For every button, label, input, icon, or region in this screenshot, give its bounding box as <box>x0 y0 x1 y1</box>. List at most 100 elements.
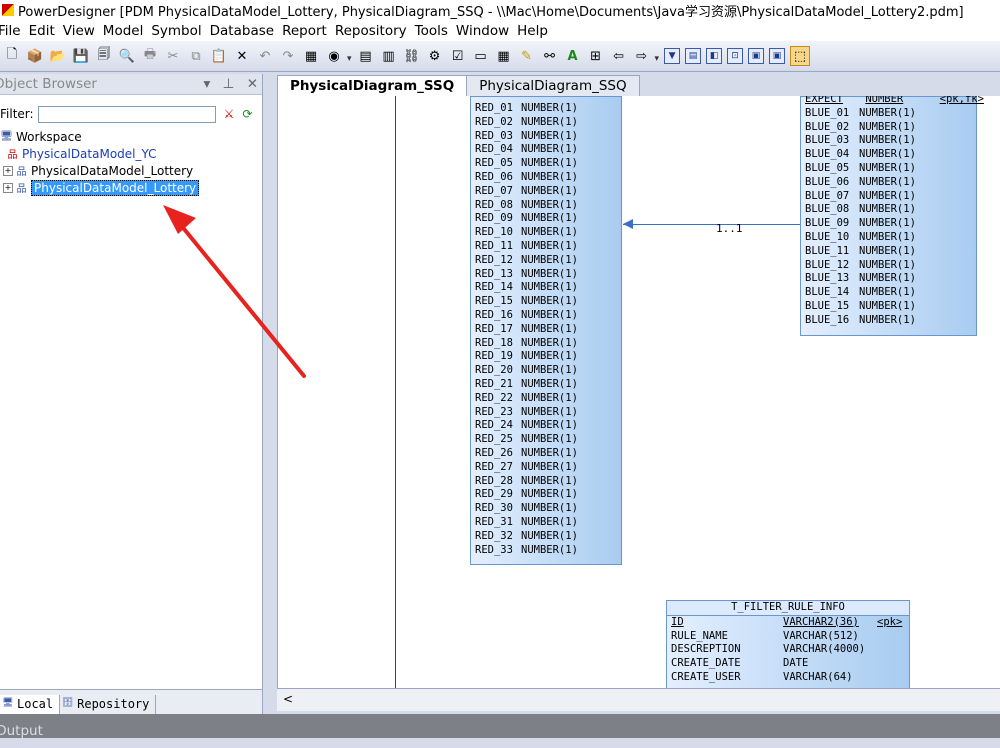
delete-icon[interactable]: ✕ <box>233 47 251 65</box>
copy-icon[interactable]: ⧉ <box>187 47 205 65</box>
model-icon[interactable]: ◉ <box>325 47 343 65</box>
table-row: RED_02 NUMBER(1) <box>471 116 621 130</box>
table-icon[interactable]: ▤ <box>357 47 375 65</box>
column-type: NUMBER(1) <box>521 460 578 473</box>
filter-label: Filter: <box>0 107 34 121</box>
diagram-tabs: PhysicalDiagram_SSQ PhysicalDiagram_SSQ <box>277 74 1000 96</box>
menu-help[interactable]: Help <box>517 23 556 39</box>
print-icon[interactable]: 🖶 <box>141 47 159 65</box>
filter-icon[interactable]: ▼ <box>664 48 681 64</box>
reference-icon[interactable]: ⛓ <box>403 47 421 65</box>
column-name: RED_08 <box>475 198 513 211</box>
pointer-icon[interactable]: ⬚ <box>790 46 811 66</box>
diagram-canvas[interactable]: RED_01 NUMBER(1) RED_02 NUMBER(1) RED_03 NUMB… <box>277 96 1000 688</box>
text-icon[interactable]: A <box>564 47 582 65</box>
red-table-symbol[interactable]: RED_01 NUMBER(1) RED_02 NUMBER(1) RED_03 NUMB… <box>470 96 622 565</box>
filter-rule-table-symbol[interactable]: T_FILTER_RULE_INFO ID VARCHAR2(36) <pk> RUL… <box>666 600 910 688</box>
redo-icon[interactable]: ↷ <box>279 47 297 65</box>
table-symbol-icon[interactable]: ▤ <box>685 48 702 64</box>
rectangle-icon[interactable]: ▭ <box>472 47 490 65</box>
procedure-icon[interactable]: ⚙ <box>426 47 444 65</box>
grid-icon[interactable]: ▦ <box>495 47 513 65</box>
workspace-label: Workspace <box>16 129 82 144</box>
print-preview-icon[interactable]: 🔍 <box>118 47 136 65</box>
dropdown-icon[interactable]: ▾ <box>204 76 211 92</box>
forward-icon[interactable]: ⇨ <box>633 47 651 65</box>
column-type: NUMBER(1) <box>521 267 578 280</box>
menu-edit[interactable]: Edit <box>29 23 63 39</box>
properties-icon[interactable]: ▦ <box>302 47 320 65</box>
menu-tools[interactable]: Tools <box>415 23 456 39</box>
paste-icon[interactable]: 📋 <box>210 47 228 65</box>
menu-report[interactable]: Report <box>282 23 335 39</box>
tab-local[interactable]: 🖥 Local <box>0 695 61 714</box>
undo-icon[interactable]: ↶ <box>256 47 274 65</box>
tab-diagram-ssq[interactable]: PhysicalDiagram_SSQ <box>466 75 640 96</box>
table-row: BLUE_06 NUMBER(1) <box>801 176 976 190</box>
close-icon[interactable]: ✕ <box>247 76 258 92</box>
blue-table-symbol[interactable]: EXPECT NUMBER <pk,fk> BLUE_01 NUMBER(1) BL… <box>800 96 984 336</box>
expand-icon[interactable]: + <box>3 182 13 193</box>
tree-model-lottery-1[interactable]: + 品 PhysicalDataModel_Lottery <box>0 162 262 179</box>
menu-model[interactable]: Model <box>103 23 152 39</box>
tree-model-lottery-2[interactable]: + 品 PhysicalDataModel_Lottery <box>0 179 262 196</box>
column-type: NUMBER(1) <box>521 239 578 252</box>
pencil-icon[interactable]: ✎ <box>518 47 536 65</box>
column-name: RED_03 <box>475 129 513 142</box>
tree-model-yc[interactable]: 品 PhysicalDataModel_YC <box>0 145 262 162</box>
table-row: RED_21 NUMBER(1) <box>471 378 621 392</box>
object-browser-header: Object Browser ▾ ⊥ ✕ <box>0 74 262 95</box>
column-type: VARCHAR(4000) <box>783 643 866 656</box>
table-row: RED_31 NUMBER(1) <box>471 516 621 530</box>
image-icon[interactable]: ▣ <box>748 48 765 64</box>
menu-symbol[interactable]: Symbol <box>151 23 209 39</box>
toolbar-overflow-icon[interactable]: ▾ <box>347 54 352 64</box>
link-icon[interactable]: ⚯ <box>541 47 559 65</box>
table-row: RED_07 NUMBER(1) <box>471 185 621 199</box>
menu-database[interactable]: Database <box>210 23 282 39</box>
toolbar-overflow-2-icon[interactable]: ▾ <box>655 54 660 64</box>
check-icon[interactable]: ☑ <box>449 47 467 65</box>
tab-diagram-ssq-active[interactable]: PhysicalDiagram_SSQ <box>277 75 468 96</box>
view-icon[interactable]: ▥ <box>380 47 398 65</box>
image-2-icon[interactable]: ▣ <box>769 48 786 64</box>
new-icon[interactable]: 🗋 <box>3 47 21 65</box>
repository-icon: 🗄 <box>62 698 74 708</box>
column-name: RED_23 <box>475 405 513 418</box>
menu-window[interactable]: Window <box>456 23 517 39</box>
menu-repository[interactable]: Repository <box>335 23 415 39</box>
column-name: ID <box>671 615 684 628</box>
pin-icon[interactable]: ⊥ <box>223 76 235 92</box>
tab-repository[interactable]: 🗄 Repository <box>60 695 157 714</box>
expand-icon[interactable]: + <box>3 165 13 176</box>
zoom-icon[interactable]: ⊡ <box>727 48 744 64</box>
filter-input[interactable] <box>37 105 216 123</box>
column-type: NUMBER(1) <box>521 405 578 418</box>
refresh-icon[interactable]: ⟳ <box>242 107 252 121</box>
save-icon[interactable]: 💾 <box>72 47 90 65</box>
scroll-left-icon[interactable]: < <box>283 692 293 706</box>
relationship-line[interactable] <box>623 224 800 225</box>
column-type: NUMBER(1) <box>521 529 578 542</box>
column-type: NUMBER(1) <box>521 143 578 156</box>
column-name: BLUE_12 <box>805 258 850 271</box>
package-icon[interactable]: 📦 <box>26 47 44 65</box>
column-type: NUMBER(1) <box>859 106 916 119</box>
horizontal-scrollbar[interactable]: < <box>277 688 1000 711</box>
menu-view[interactable]: View <box>63 23 103 39</box>
menu-file[interactable]: File <box>0 23 29 39</box>
document-icon[interactable]: ◧ <box>706 48 723 64</box>
column-name: RED_11 <box>475 239 513 252</box>
table-row: EXPECT NUMBER <pk,fk> <box>801 96 984 107</box>
cut-icon[interactable]: ✂ <box>164 47 182 65</box>
save-all-icon[interactable]: 🗐 <box>95 47 113 65</box>
table-row: RED_24 NUMBER(1) <box>471 419 621 433</box>
tree-workspace[interactable]: 🖥 Workspace <box>0 128 262 145</box>
tab-diagram-label: PhysicalDiagram_SSQ <box>479 78 627 94</box>
layout-icon[interactable]: ⊞ <box>587 47 605 65</box>
open-icon[interactable]: 📂 <box>49 47 67 65</box>
back-icon[interactable]: ⇦ <box>610 47 628 65</box>
tab-diagram-label: PhysicalDiagram_SSQ <box>290 78 455 94</box>
table-row: RED_03 NUMBER(1) <box>471 130 621 144</box>
clear-filter-icon[interactable]: ⚔ <box>224 107 235 121</box>
